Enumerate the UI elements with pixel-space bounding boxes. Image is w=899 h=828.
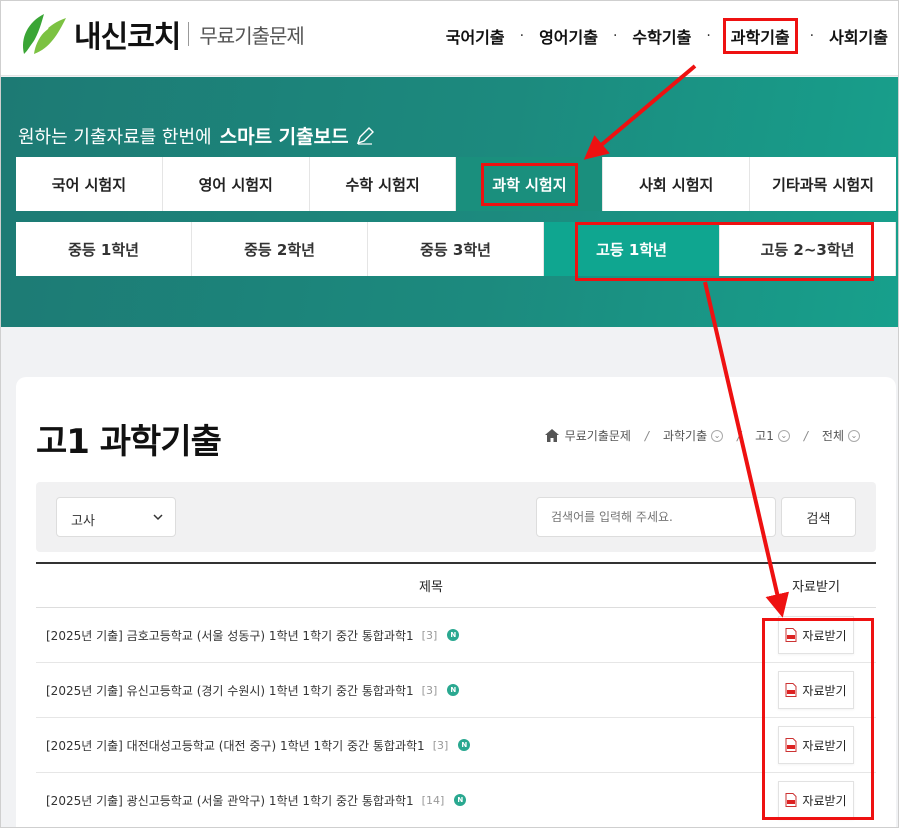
tab-science-exam[interactable]: 과학 시험지	[456, 157, 604, 211]
main-nav: 국어기출 · 영어기출 · 수학기출 · 과학기출 · 사회기출	[443, 18, 891, 54]
nav-item-english[interactable]: 영어기출	[536, 24, 601, 48]
comment-count: [14]	[421, 793, 445, 807]
breadcrumb-subject[interactable]: 과학기출	[663, 427, 707, 444]
row-title-link[interactable]: [2025년 기출] 금호고등학교 (서울 성동구) 1학년 1학기 중간 통합…	[46, 627, 414, 644]
table-row: [2025년 기출] 유신고등학교 (경기 수원시) 1학년 1학기 중간 통합…	[36, 663, 876, 718]
leaf-logo-icon	[22, 14, 66, 55]
table-header: 제목 자료받기	[36, 562, 876, 608]
breadcrumb-grade[interactable]: 고1	[755, 427, 774, 444]
tab-korean-exam[interactable]: 국어 시험지	[16, 157, 163, 211]
search-input[interactable]	[536, 497, 776, 537]
breadcrumb: 무료기출문제 / 과학기출 ⌄ / 고1 ⌄ / 전체 ⌄	[544, 427, 860, 444]
site-header: 내신코치 무료기출문제 국어기출 · 영어기출 · 수학기출 · 과학기출 · …	[0, 0, 899, 76]
tab-english-exam[interactable]: 영어 시험지	[163, 157, 310, 211]
chevron-down-icon[interactable]: ⌄	[848, 429, 860, 442]
breadcrumb-separator: /	[803, 428, 808, 443]
nav-item-social[interactable]: 사회기출	[826, 24, 891, 48]
row-title-link[interactable]: [2025년 기출] 광신고등학교 (서울 관악구) 1학년 1학기 중간 통합…	[46, 792, 414, 809]
breadcrumb-home[interactable]: 무료기출문제	[565, 427, 631, 444]
tab-label: 과학 시험지	[481, 162, 578, 206]
table-row: [2025년 기출] 대전대성고등학교 (대전 중구) 1학년 1학기 중간 통…	[36, 718, 876, 773]
nav-separator: ·	[612, 28, 618, 44]
tab-label: 수학 시험지	[345, 175, 420, 194]
row-title-cell: [2025년 기출] 광신고등학교 (서울 관악구) 1학년 1학기 중간 통합…	[36, 792, 756, 809]
nav-item-math[interactable]: 수학기출	[629, 24, 694, 48]
new-badge: N	[447, 629, 460, 641]
breadcrumb-filter[interactable]: 전체	[822, 427, 844, 444]
table-row: [2025년 기출] 광신고등학교 (서울 관악구) 1학년 1학기 중간 통합…	[36, 773, 876, 828]
row-title-link[interactable]: [2025년 기출] 대전대성고등학교 (대전 중구) 1학년 1학기 중간 통…	[46, 737, 425, 754]
row-title-cell: [2025년 기출] 대전대성고등학교 (대전 중구) 1학년 1학기 중간 통…	[36, 737, 756, 754]
column-header-title: 제목	[419, 580, 443, 595]
chevron-down-icon[interactable]: ⌄	[711, 429, 724, 442]
table-row: [2025년 기출] 금호고등학교 (서울 성동구) 1학년 1학기 중간 통합…	[36, 608, 876, 663]
chevron-down-icon	[153, 514, 163, 521]
tab-label: 기타과목 시험지	[772, 175, 874, 194]
site-logo[interactable]: 내신코치 무료기출문제	[18, 10, 305, 58]
comment-count: [3]	[421, 683, 438, 697]
exam-table: 제목 자료받기 [2025년 기출] 금호고등학교 (서울 성동구) 1학년 1…	[36, 562, 876, 828]
tab-social-exam[interactable]: 사회 시험지	[603, 157, 751, 211]
logo-divider	[188, 22, 190, 46]
home-icon[interactable]	[544, 429, 559, 442]
row-title-cell: [2025년 기출] 유신고등학교 (경기 수원시) 1학년 1학기 중간 통합…	[36, 682, 756, 699]
nav-separator: ·	[519, 28, 525, 44]
nav-item-korean[interactable]: 국어기출	[443, 24, 508, 48]
subject-tabs: 국어 시험지 영어 시험지 수학 시험지 과학 시험지 사회 시험지 기타과목 …	[16, 157, 896, 211]
logo-subtitle: 무료기출문제	[199, 23, 304, 48]
pencil-icon	[356, 126, 374, 145]
tab-math-exam[interactable]: 수학 시험지	[310, 157, 457, 211]
row-title-link[interactable]: [2025년 기출] 유신고등학교 (경기 수원시) 1학년 1학기 중간 통합…	[46, 682, 414, 699]
logo-text: 내신코치	[74, 20, 181, 55]
page-title: 고1 과학기출	[36, 422, 222, 462]
tab-middle-1[interactable]: 중등 1학년	[16, 222, 192, 276]
nav-separator: ·	[809, 28, 815, 44]
grade-highlight-box	[575, 222, 874, 281]
new-badge: N	[454, 794, 467, 806]
hero-title-prefix: 원하는 기출자료를 한번에	[18, 126, 212, 148]
nav-item-science[interactable]: 과학기출	[722, 18, 798, 54]
tab-label: 국어 시험지	[51, 175, 127, 194]
nav-separator: ·	[706, 28, 711, 44]
new-badge: N	[447, 684, 460, 696]
search-button[interactable]: 검색	[781, 497, 856, 537]
column-header-download: 자료받기	[792, 580, 840, 595]
tab-label: 사회 시험지	[639, 175, 714, 194]
chevron-down-icon[interactable]: ⌄	[777, 429, 790, 442]
search-bar: 고사 검색	[36, 482, 876, 552]
download-highlight-box	[762, 618, 874, 820]
exam-type-select[interactable]: 고사	[56, 497, 176, 537]
comment-count: [3]	[432, 738, 449, 752]
comment-count: [3]	[421, 628, 438, 642]
breadcrumb-separator: /	[644, 428, 649, 443]
smart-board-hero: 원하는 기출자료를 한번에 스마트 기출보드 국어 시험지 영어 시험지 수학 …	[0, 77, 899, 327]
row-title-cell: [2025년 기출] 금호고등학교 (서울 성동구) 1학년 1학기 중간 통합…	[36, 627, 756, 644]
new-badge: N	[458, 739, 471, 751]
tab-middle-2[interactable]: 중등 2학년	[192, 222, 368, 276]
hero-title: 원하는 기출자료를 한번에 스마트 기출보드	[18, 122, 375, 149]
select-value: 고사	[71, 514, 95, 529]
tab-other-exam[interactable]: 기타과목 시험지	[750, 157, 896, 211]
tab-middle-3[interactable]: 중등 3학년	[368, 222, 544, 276]
breadcrumb-separator: /	[737, 428, 742, 443]
hero-title-bold: 스마트 기출보드	[219, 126, 349, 148]
tab-label: 영어 시험지	[198, 175, 273, 194]
